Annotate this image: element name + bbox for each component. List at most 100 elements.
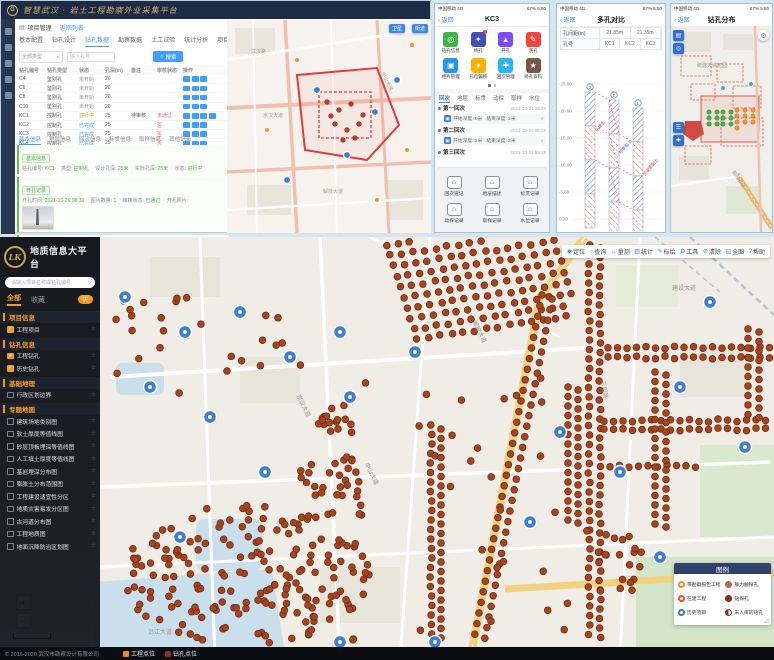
borehole-dot[interactable] — [515, 465, 522, 472]
borehole-dot[interactable] — [756, 357, 763, 364]
borehole-dot[interactable] — [410, 248, 417, 255]
borehole-dot[interactable] — [586, 261, 593, 268]
borehole-dot[interactable] — [438, 587, 445, 594]
borehole-dot[interactable] — [467, 458, 474, 465]
borehole-dot[interactable] — [156, 616, 163, 623]
poi-marker[interactable] — [344, 152, 351, 159]
borehole-dot[interactable] — [610, 426, 617, 433]
basemap-toggle[interactable]: 天 — [78, 295, 93, 304]
borehole-dot[interactable] — [500, 539, 507, 546]
favorite-star-icon[interactable]: ☆ — [91, 392, 96, 398]
borehole-dot[interactable] — [348, 429, 355, 436]
record-tab-5[interactable]: 水位 — [529, 94, 540, 102]
borehole-dot[interactable] — [504, 245, 511, 252]
borehole-dot[interactable] — [652, 521, 659, 528]
borehole-dot[interactable] — [492, 582, 499, 589]
borehole-dot[interactable] — [261, 503, 268, 510]
borehole-dot[interactable] — [603, 531, 610, 538]
borehole-dot[interactable] — [639, 417, 646, 424]
borehole-dot[interactable] — [627, 579, 634, 586]
borehole-dot[interactable] — [575, 444, 582, 451]
layer-item-地面沉降防治区划图[interactable]: 地面沉降防治区划图☆ — [0, 540, 100, 553]
borehole-dot[interactable] — [357, 122, 362, 127]
borehole-dot[interactable] — [550, 270, 557, 277]
borehole-dot[interactable] — [652, 445, 659, 452]
layer-item-建筑场地类别图[interactable]: 建筑场地类别图☆ — [0, 415, 100, 428]
row-action-button[interactable] — [192, 122, 199, 128]
borehole-dot[interactable] — [494, 564, 501, 571]
borehole-dot[interactable] — [620, 418, 627, 425]
borehole-dot[interactable] — [626, 533, 633, 540]
borehole-dot[interactable] — [501, 482, 508, 489]
borehole-dot[interactable] — [423, 258, 430, 265]
borehole-dot[interactable] — [324, 559, 331, 566]
borehole-dot[interactable] — [743, 427, 750, 434]
borehole-dot[interactable] — [243, 502, 250, 509]
borehole-dot[interactable] — [197, 585, 204, 592]
borehole-dot[interactable] — [435, 289, 442, 296]
borehole-dot[interactable] — [564, 600, 571, 607]
borehole-dot[interactable] — [586, 603, 593, 610]
borehole-dot[interactable] — [652, 464, 659, 471]
borehole-dot[interactable] — [427, 583, 434, 590]
borehole-dot[interactable] — [337, 588, 344, 595]
borehole-dot[interactable] — [113, 316, 120, 323]
app-shortcut-相片管理[interactable]: ▣相片管理 — [437, 58, 465, 80]
borehole-dot[interactable] — [586, 365, 593, 372]
teal-marker[interactable] — [749, 82, 754, 87]
borehole-dot[interactable] — [745, 345, 752, 352]
borehole-dot[interactable] — [586, 612, 593, 619]
layer-item-软土厚度等值线图[interactable]: 软土厚度等值线图☆ — [0, 428, 100, 441]
borehole-dot[interactable] — [427, 574, 434, 581]
borehole-dot[interactable] — [553, 248, 560, 255]
layer-checkbox[interactable] — [7, 418, 14, 425]
orange-borehole-dot[interactable] — [743, 120, 747, 124]
toolbar-工具[interactable]: ⚙工具 — [680, 247, 698, 256]
borehole-dot[interactable] — [218, 587, 225, 594]
borehole-dot[interactable] — [596, 359, 603, 366]
distribution-map[interactable]: ▤ ◎ ☰ ✚ ⚙ 统建天城花园 航侧社区 — [671, 26, 772, 232]
borehole-dot[interactable] — [575, 463, 582, 470]
borehole-dot[interactable] — [486, 557, 493, 564]
tab-4[interactable]: 土工试验 — [151, 35, 175, 47]
green-borehole-dot[interactable] — [729, 122, 733, 126]
borehole-dot[interactable] — [227, 542, 234, 549]
borehole-dot[interactable] — [275, 314, 282, 321]
borehole-dot[interactable] — [565, 469, 572, 476]
borehole-dot[interactable] — [493, 247, 500, 254]
green-borehole-dot[interactable] — [729, 116, 733, 120]
borehole-dot[interactable] — [245, 533, 252, 540]
borehole-dot[interactable] — [427, 469, 434, 476]
borehole-dot[interactable] — [503, 472, 510, 479]
borehole-dot[interactable] — [309, 542, 316, 549]
borehole-dot[interactable] — [584, 527, 591, 534]
borehole-dot[interactable] — [329, 510, 336, 517]
borehole-dot[interactable] — [519, 253, 526, 260]
borehole-dot[interactable] — [597, 539, 604, 546]
borehole-dot[interactable] — [552, 315, 559, 322]
borehole-dot[interactable] — [238, 357, 245, 364]
poi-marker[interactable] — [394, 77, 401, 84]
borehole-dot[interactable] — [258, 551, 265, 558]
borehole-dot[interactable] — [509, 497, 516, 504]
borehole-dot[interactable] — [329, 114, 334, 119]
borehole-dot[interactable] — [597, 568, 604, 575]
borehole-dot[interactable] — [596, 501, 603, 508]
borehole-dot[interactable] — [159, 527, 166, 534]
toolbar-统计[interactable]: ▥统计 — [634, 247, 653, 256]
borehole-dot[interactable] — [438, 530, 445, 537]
borehole-dot[interactable] — [179, 621, 186, 628]
borehole-dot[interactable] — [165, 561, 172, 568]
borehole-dot[interactable] — [260, 515, 267, 522]
row-action-button[interactable] — [192, 104, 199, 110]
borehole-dot[interactable] — [585, 470, 592, 477]
borehole-dot[interactable] — [663, 514, 670, 521]
toolbar-量测[interactable]: ↔量测 — [611, 247, 630, 256]
borehole-dot[interactable] — [663, 505, 670, 512]
toggle-borehole-points[interactable]: 钻孔点位 — [165, 649, 197, 658]
borehole-dot[interactable] — [709, 356, 716, 363]
borehole-dot[interactable] — [248, 553, 255, 560]
borehole-dot[interactable] — [756, 414, 763, 421]
borehole-dot[interactable] — [663, 391, 670, 398]
borehole-dot[interactable] — [715, 416, 722, 423]
